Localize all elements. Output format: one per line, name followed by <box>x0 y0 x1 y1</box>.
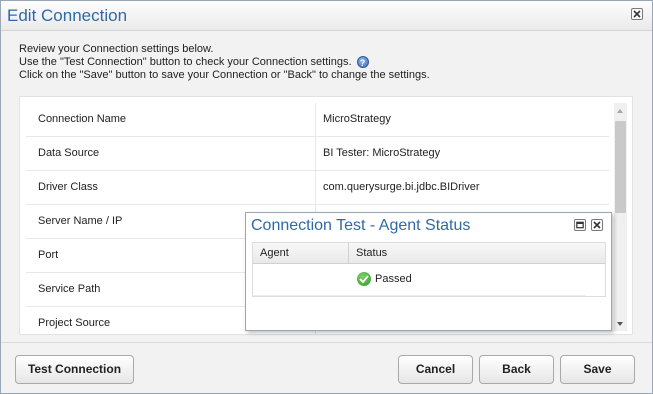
check-circle-icon <box>357 272 371 287</box>
intro-text: Review your Connection settings below. U… <box>19 43 430 82</box>
back-button[interactable]: Back <box>479 355 554 384</box>
setting-label: Driver Class <box>26 171 316 204</box>
footer-divider <box>1 342 652 343</box>
setting-value: MicroStrategy <box>323 113 391 125</box>
test-connection-button[interactable]: Test Connection <box>15 355 134 384</box>
status-cell: Passed <box>357 264 412 295</box>
settings-row: Data Source BI Tester: MicroStrategy <box>26 137 609 171</box>
settings-scrollbar[interactable] <box>614 103 627 331</box>
dialog-titlebar[interactable]: Edit Connection <box>1 1 652 31</box>
setting-label: Connection Name <box>26 103 316 136</box>
intro-line-2-text: Use the "Test Connection" button to chec… <box>19 56 352 68</box>
intro-line-2: Use the "Test Connection" button to chec… <box>19 56 430 69</box>
status-text: Passed <box>375 273 412 285</box>
help-icon[interactable]: ? <box>356 56 369 69</box>
dialog-title: Edit Connection <box>7 6 128 25</box>
agent-column-header[interactable]: Agent <box>253 243 349 263</box>
settings-row: Driver Class com.querysurge.bi.jdbc.BIDr… <box>26 171 609 205</box>
agent-status-header: Agent Status <box>253 243 605 264</box>
setting-value: BI Tester: MicroStrategy <box>323 147 441 159</box>
setting-label: Data Source <box>26 137 316 170</box>
status-column-header[interactable]: Status <box>349 243 605 263</box>
scroll-up-arrow-icon[interactable] <box>617 109 623 113</box>
scrollbar-thumb[interactable] <box>615 121 626 213</box>
agent-status-table: Agent Status Passed <box>252 242 606 297</box>
maximize-icon[interactable] <box>574 219 586 231</box>
cancel-button[interactable]: Cancel <box>398 355 473 384</box>
edit-connection-dialog: Edit Connection Review your Connection s… <box>0 0 653 394</box>
save-button[interactable]: Save <box>560 355 635 384</box>
table-row: Passed <box>253 264 586 296</box>
popup-title: Connection Test - Agent Status <box>251 217 471 234</box>
settings-row: Connection Name MicroStrategy <box>26 103 609 137</box>
intro-line-3: Click on the "Save" button to save your … <box>19 69 430 81</box>
agent-status-popup: Connection Test - Agent Status Agent Sta… <box>245 212 612 331</box>
setting-value: com.querysurge.bi.jdbc.BIDriver <box>323 181 480 193</box>
close-icon[interactable] <box>631 8 643 20</box>
scroll-down-arrow-icon[interactable] <box>617 322 623 326</box>
popup-close-icon[interactable] <box>591 219 603 231</box>
intro-line-1: Review your Connection settings below. <box>19 43 214 55</box>
